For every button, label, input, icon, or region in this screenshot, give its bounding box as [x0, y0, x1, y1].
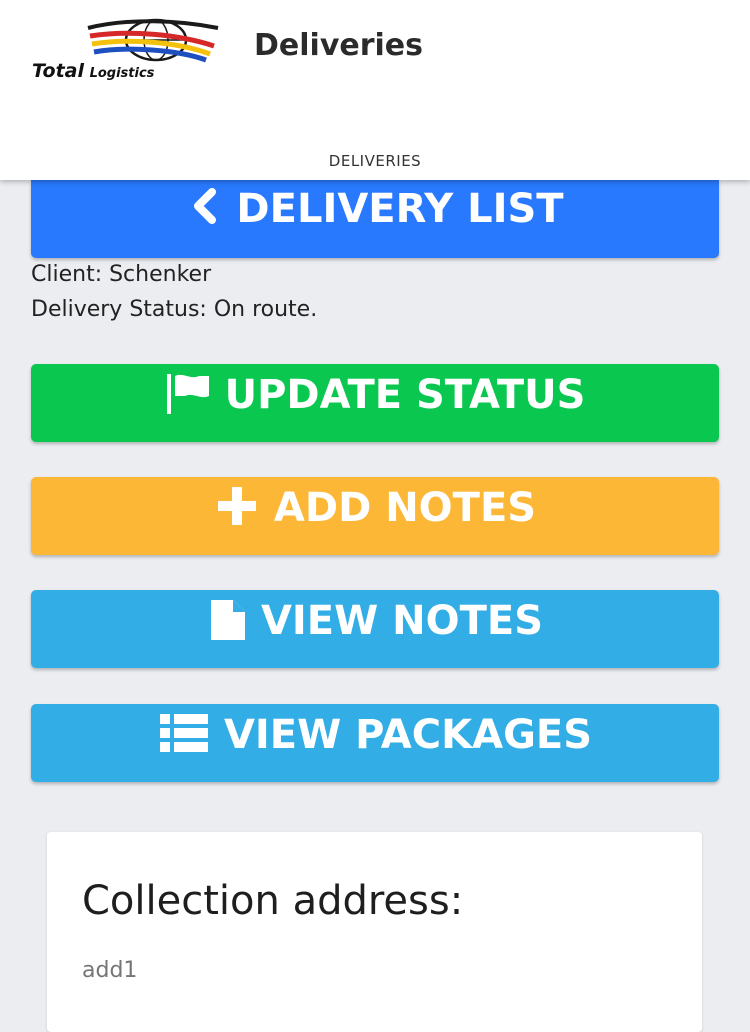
tab-deliveries[interactable]: DELIVERIES: [0, 152, 750, 170]
logo-text-logistics: Logistics: [89, 66, 155, 81]
page-title: Deliveries: [254, 28, 423, 63]
collection-address-card: Collection address: add1: [47, 832, 702, 1032]
client-info: Client: Schenker: [31, 262, 212, 287]
view-notes-label: VIEW NOTES: [260, 598, 544, 644]
delivery-list-button[interactable]: DELIVERY LIST: [31, 180, 719, 258]
logo-text-total: Total: [32, 60, 84, 82]
view-packages-button[interactable]: VIEW PACKAGES: [31, 704, 719, 782]
total-logistics-logo: Total Logistics: [28, 14, 228, 84]
chevron-left-icon: [186, 186, 222, 236]
delivery-status-info: Delivery Status: On route.: [31, 297, 318, 322]
view-packages-label: VIEW PACKAGES: [223, 712, 593, 758]
app-header: Total Logistics Deliveries DELIVERIES: [0, 0, 750, 180]
add-notes-label: ADD NOTES: [273, 485, 537, 531]
update-status-button[interactable]: UPDATE STATUS: [31, 364, 719, 442]
update-status-label: UPDATE STATUS: [224, 372, 586, 418]
collection-address-value: add1: [82, 958, 138, 983]
delivery-list-label: DELIVERY LIST: [236, 186, 564, 232]
view-notes-button[interactable]: VIEW NOTES: [31, 590, 719, 668]
add-notes-button[interactable]: ADD NOTES: [31, 477, 719, 555]
file-icon: [207, 598, 247, 652]
plus-icon: [214, 485, 260, 537]
flag-icon: [165, 372, 211, 424]
collection-address-title: Collection address:: [82, 878, 464, 924]
list-icon: [158, 712, 210, 764]
delivery-detail: DELIVERY LIST Client: Schenker Delivery …: [0, 180, 750, 1032]
